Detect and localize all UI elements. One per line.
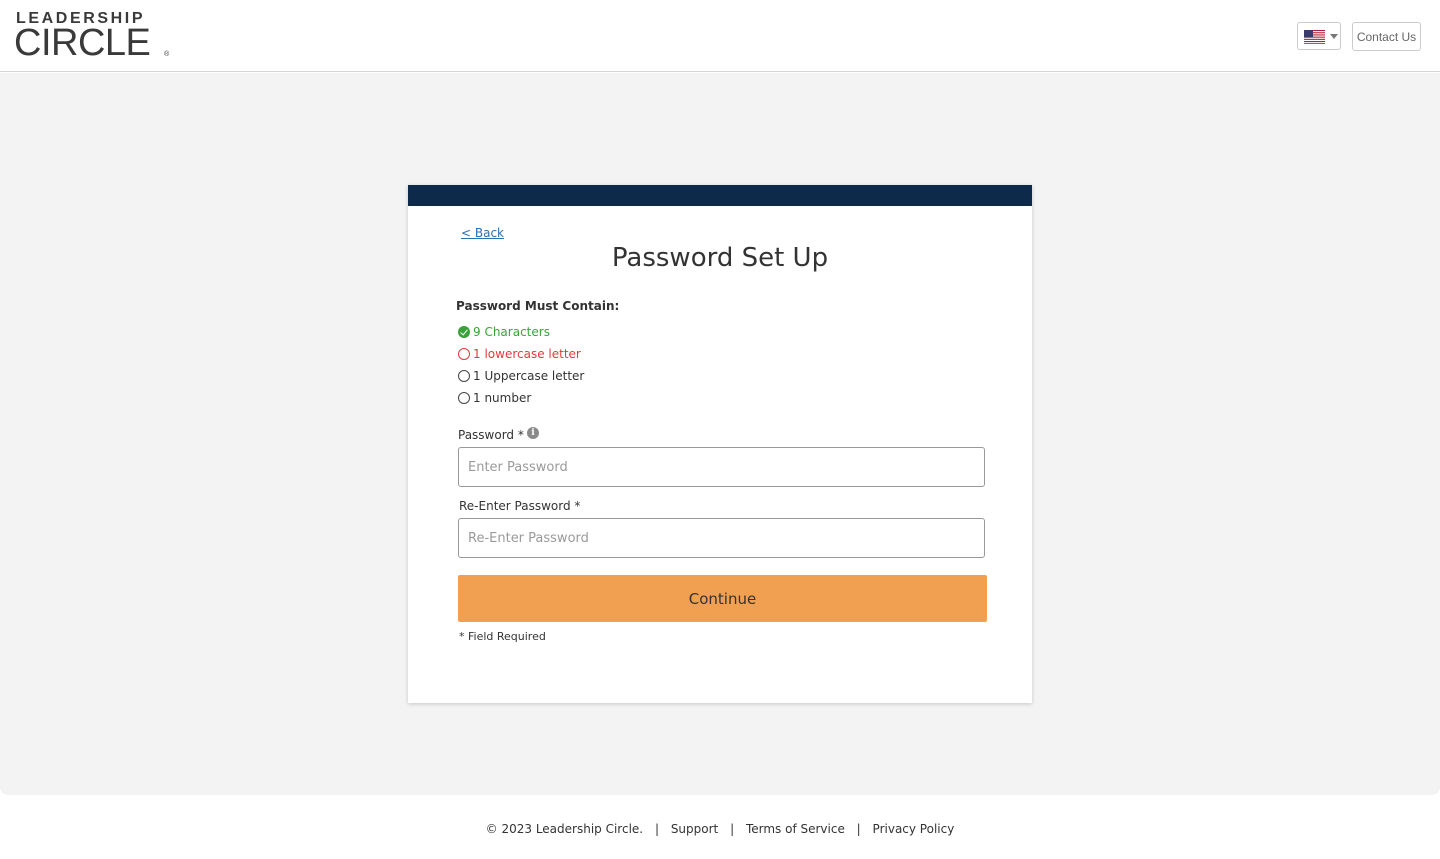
circle-outline-icon bbox=[458, 392, 470, 404]
support-link[interactable]: Support bbox=[671, 822, 718, 836]
footer-separator: | bbox=[730, 822, 735, 836]
language-select[interactable] bbox=[1297, 22, 1341, 50]
info-icon[interactable]: i bbox=[527, 427, 539, 439]
footer-separator: | bbox=[856, 822, 861, 836]
password-label: Password * bbox=[458, 428, 524, 442]
password-input[interactable] bbox=[458, 447, 985, 487]
us-flag-icon bbox=[1304, 30, 1325, 44]
field-required-note: * Field Required bbox=[459, 630, 546, 643]
requirement-lowercase: 1 lowercase letter bbox=[458, 346, 581, 362]
terms-of-service-link[interactable]: Terms of Service bbox=[746, 822, 845, 836]
requirement-number: 1 number bbox=[458, 390, 531, 406]
circle-outline-icon bbox=[458, 370, 470, 382]
requirement-uppercase: 1 Uppercase letter bbox=[458, 368, 584, 384]
contact-us-button[interactable]: Contact Us bbox=[1352, 22, 1421, 51]
back-link[interactable]: < Back bbox=[461, 226, 504, 240]
leadership-circle-logo[interactable]: LEADERSHIP CIRCLE ® bbox=[14, 8, 174, 64]
footer: © 2023 Leadership Circle. | Support | Te… bbox=[0, 822, 1440, 836]
logo-text-bottom: CIRCLE bbox=[14, 22, 151, 64]
copyright-text: © 2023 Leadership Circle. bbox=[485, 822, 644, 836]
top-header: LEADERSHIP CIRCLE ® Contact Us bbox=[0, 0, 1440, 72]
card-header-band bbox=[408, 185, 1032, 206]
privacy-policy-link[interactable]: Privacy Policy bbox=[873, 822, 955, 836]
requirements-heading: Password Must Contain: bbox=[456, 299, 620, 313]
logo-registered-mark: ® bbox=[164, 51, 170, 58]
requirement-label: 1 Uppercase letter bbox=[473, 369, 585, 383]
check-circle-icon bbox=[458, 326, 470, 338]
circle-outline-icon bbox=[458, 348, 470, 360]
requirement-label: 1 lowercase letter bbox=[473, 347, 581, 361]
page-title: Password Set Up bbox=[611, 243, 829, 273]
requirement-label: 1 number bbox=[473, 391, 532, 405]
requirement-label: 9 Characters bbox=[473, 325, 550, 339]
password-setup-card: < Back Password Set Up Password Must Con… bbox=[408, 185, 1032, 703]
continue-button[interactable]: Continue bbox=[458, 575, 987, 622]
footer-separator: | bbox=[654, 822, 659, 836]
requirement-characters: 9 Characters bbox=[458, 324, 550, 340]
reenter-password-label: Re-Enter Password * bbox=[459, 499, 581, 513]
reenter-password-input[interactable] bbox=[458, 518, 985, 558]
chevron-down-icon bbox=[1330, 34, 1338, 39]
